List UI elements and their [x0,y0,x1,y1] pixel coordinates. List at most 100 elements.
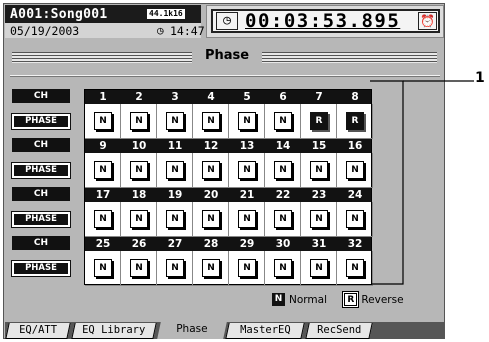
phase-toggle-button[interactable]: N [166,259,184,277]
tab-eq-att[interactable]: EQ/ATT [5,323,71,339]
channel-number: 27 [167,238,183,250]
ch-row-label: CH [12,236,70,250]
phase-cell: N [265,153,301,188]
channel-number: 17 [95,189,111,201]
alarm-clock-icon[interactable]: ⏰ [418,12,437,30]
title-separator [10,75,440,77]
phase-cell: N [85,202,121,237]
phase-toggle-button[interactable]: N [94,210,112,228]
phase-cell: N [337,153,373,188]
channel-number: 9 [99,140,107,152]
ch-row-label: CH [12,187,70,201]
phase-toggle-button[interactable]: N [130,259,148,277]
tab-label: EQ Library [82,324,146,336]
phase-row-label: PHASE [11,162,71,179]
phase-grid: 1 2 3 4 5 6 7 8 N N N N N N R R 9 10 11 12 13 14 15 16 N N N N N N N N 1… [84,89,373,286]
song-info-panel: A001:Song001 44.1k16 05/19/2003 ◷ 14:47 [5,5,205,38]
phase-cell: N [229,251,265,286]
tab-recsend[interactable]: RecSend [305,323,373,339]
phase-cell: N [193,153,229,188]
phase-toggle-button[interactable]: N [166,161,184,179]
phase-row-label: PHASE [11,211,71,228]
phase-toggle-button[interactable]: N [202,112,220,130]
time-counter[interactable]: ◷ 00:03:53.895 ⏰ [211,9,440,33]
page-title: Phase [204,48,250,63]
phase-toggle-button[interactable]: N [94,112,112,130]
tab-eq-library[interactable]: EQ Library [71,323,157,339]
ch-row-label: CH [12,89,70,103]
phase-toggle-button[interactable]: N [202,161,220,179]
phase-toggle-button[interactable]: N [274,161,292,179]
channel-number: 11 [167,140,183,152]
phase-toggle-button[interactable]: N [130,161,148,179]
channel-number-row: 9 10 11 12 13 14 15 16 [85,139,371,153]
phase-toggle-button[interactable]: N [166,112,184,130]
time-counter-panel: ◷ 00:03:53.895 ⏰ [206,5,444,38]
phase-toggle-button[interactable]: N [130,112,148,130]
phase-cell: N [301,202,337,237]
channel-number: 13 [239,140,255,152]
channel-number: 24 [347,189,363,201]
phase-toggle-button[interactable]: N [274,259,292,277]
phase-cell: N [193,251,229,286]
channel-number: 29 [239,238,255,250]
channel-number: 14 [275,140,291,152]
channel-number: 28 [203,238,219,250]
phase-toggle-button[interactable]: N [346,210,364,228]
channel-number: 26 [131,238,147,250]
phase-toggle-button[interactable]: N [202,259,220,277]
title-stripes-left [12,52,192,63]
phase-toggle-button[interactable]: N [238,161,256,179]
phase-cell: N [157,202,193,237]
phase-toggle-button[interactable]: N [274,112,292,130]
normal-legend-label: Normal [289,293,327,306]
channel-number: 12 [203,140,219,152]
phase-toggle-button[interactable]: N [310,210,328,228]
phase-cell: N [85,251,121,286]
reverse-legend-label: Reverse [361,293,404,306]
page-title-bar: Phase [12,48,437,68]
channel-number: 23 [311,189,327,201]
tab-phase[interactable]: Phase [157,322,227,339]
phase-screen: A001:Song001 44.1k16 05/19/2003 ◷ 14:47 … [3,3,445,339]
tab-label: RecSend [316,324,362,336]
tab-mastereq[interactable]: MasterEQ [225,323,305,339]
phase-cell: R [337,104,373,139]
title-stripes-right [262,52,437,63]
phase-toggle-button[interactable]: N [202,210,220,228]
phase-toggle-button[interactable]: N [238,259,256,277]
phase-cell: N [121,153,157,188]
phase-toggle-button[interactable]: N [166,210,184,228]
tab-label: EQ/ATT [19,324,58,336]
phase-cell: N [229,104,265,139]
channel-number: 25 [95,238,111,250]
phase-toggle-button[interactable]: N [130,210,148,228]
channel-number: 32 [347,238,363,250]
ch-row-label: CH [12,138,70,152]
phase-toggle-button[interactable]: N [238,210,256,228]
phase-cell: N [301,153,337,188]
phase-toggle-button[interactable]: N [94,259,112,277]
phase-toggle-button[interactable]: N [274,210,292,228]
channel-number: 1 [99,91,107,103]
channel-number: 4 [207,91,215,103]
phase-toggle-button[interactable]: R [346,112,364,130]
phase-toggle-button[interactable]: N [346,259,364,277]
phase-row-label: PHASE [11,260,71,277]
phase-toggle-button[interactable]: N [238,112,256,130]
phase-cell: R [301,104,337,139]
stopwatch-icon: ◷ [216,12,238,30]
sample-rate-badge: 44.1k16 [147,9,185,19]
phase-toggle-button[interactable]: N [346,161,364,179]
phase-cell: N [121,104,157,139]
phase-toggle-button[interactable]: N [310,259,328,277]
tab-bar: EQ/ATT EQ Library Phase MasterEQ RecSend [5,322,445,339]
channel-number: 15 [311,140,327,152]
phase-toggle-button[interactable]: R [310,112,328,130]
phase-toggle-button[interactable]: N [94,161,112,179]
phase-cell: N [229,153,265,188]
channel-number: 30 [275,238,291,250]
phase-toggle-button[interactable]: N [310,161,328,179]
channel-number: 5 [243,91,251,103]
phase-cell: N [265,202,301,237]
